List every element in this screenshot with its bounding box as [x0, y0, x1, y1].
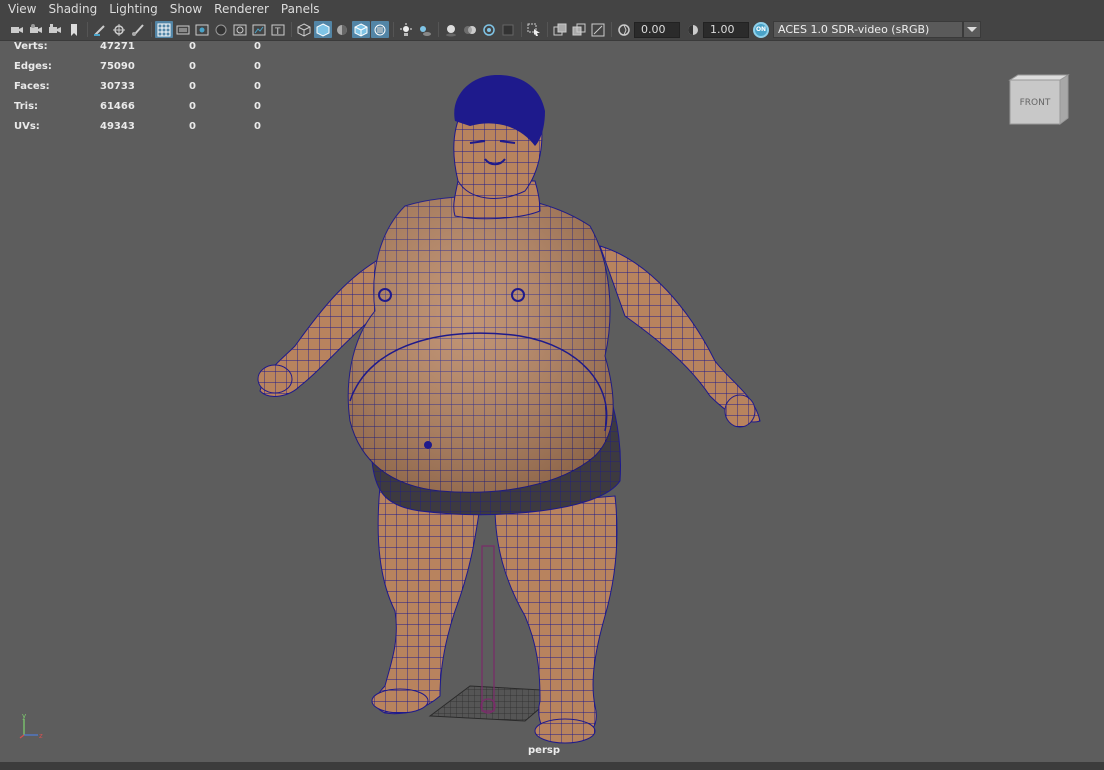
wireframe-icon[interactable] [295, 21, 313, 38]
menu-view[interactable]: View [2, 0, 42, 19]
depth-of-field-icon[interactable] [499, 21, 517, 38]
hud-value: 0 [254, 61, 261, 72]
menu-lighting[interactable]: Lighting [103, 0, 164, 19]
image-plane-icon[interactable] [65, 21, 83, 38]
film-gate-icon[interactable] [174, 21, 192, 38]
chevron-down-icon [967, 27, 977, 32]
menu-shading[interactable]: Shading [42, 0, 103, 19]
safe-title-icon[interactable]: T [269, 21, 287, 38]
toolbar-separator [611, 22, 612, 37]
hud-label: UVs: [14, 121, 40, 132]
menu-show[interactable]: Show [164, 0, 208, 19]
smooth-shade-icon[interactable] [314, 21, 332, 38]
shadows-icon[interactable] [416, 21, 434, 38]
perspective-viewport[interactable]: Verts: 47271 0 0 Edges: 75090 0 0 Faces:… [0, 40, 1104, 762]
hud-value: 0 [254, 101, 261, 112]
toolbar-separator [547, 22, 548, 37]
hud-value: 0 [254, 81, 261, 92]
camera-name-label: persp [528, 745, 560, 756]
hud-value: 30733 [100, 81, 135, 92]
bookmarks-icon[interactable] [46, 21, 64, 38]
toolbar-separator [438, 22, 439, 37]
hud-value: 0 [254, 41, 261, 52]
exposure-icon[interactable] [615, 21, 633, 38]
2d-pan-zoom-icon[interactable] [110, 21, 128, 38]
camera-attributes-icon[interactable] [27, 21, 45, 38]
toolbar-separator [151, 22, 152, 37]
hud-label: Tris: [14, 101, 39, 112]
hud-value: 0 [189, 81, 196, 92]
axis-z-label: z [39, 732, 43, 740]
toolbar-separator [87, 22, 88, 37]
wireframe-on-shaded-icon[interactable] [352, 21, 370, 38]
hud-value: 75090 [100, 61, 135, 72]
menu-panels[interactable]: Panels [275, 0, 326, 19]
grease-pencil-icon[interactable] [91, 21, 109, 38]
motion-blur-icon[interactable] [461, 21, 479, 38]
hud-value: 0 [254, 121, 261, 132]
menu-renderer[interactable]: Renderer [208, 0, 275, 19]
toolbar-separator [291, 22, 292, 37]
exposure-field[interactable]: 0.00 [634, 21, 680, 38]
xray-icon[interactable] [371, 21, 389, 38]
svg-text:T: T [274, 27, 281, 37]
hud-value: 0 [189, 101, 196, 112]
hud-value: 49343 [100, 121, 135, 132]
view-cube[interactable]: FRONT [1008, 74, 1070, 128]
hud-value: 0 [189, 61, 196, 72]
select-camera-icon[interactable] [8, 21, 26, 38]
view-transform-dropdown[interactable]: ACES 1.0 SDR-video (sRGB) [773, 21, 963, 38]
multisample-aa-icon[interactable] [480, 21, 498, 38]
toolbar-separator [521, 22, 522, 37]
character-model[interactable] [0, 41, 1104, 762]
hud-value: 61466 [100, 101, 135, 112]
hud-value: 0 [189, 41, 196, 52]
toolbar-separator [393, 22, 394, 37]
view-transform-dropdown-arrow[interactable] [963, 21, 981, 38]
gamma-field[interactable]: 1.00 [703, 21, 749, 38]
gate-mask-icon[interactable] [212, 21, 230, 38]
safe-action-icon[interactable] [250, 21, 268, 38]
gamma-icon[interactable] [684, 21, 702, 38]
hud-label: Verts: [14, 41, 48, 52]
axis-gizmo: y z [19, 713, 43, 740]
grease-pencil-tool-icon[interactable] [129, 21, 147, 38]
hud-label: Faces: [14, 81, 50, 92]
panel-toolbar: T 0.00 1.00 ON ACES 1.0 SDR-video (sRGB) [0, 19, 1104, 40]
use-all-lights-icon[interactable] [397, 21, 415, 38]
xray-active-components-icon[interactable] [570, 21, 588, 38]
hud-value: 47271 [100, 41, 135, 52]
default-material-icon[interactable] [333, 21, 351, 38]
field-chart-icon[interactable] [231, 21, 249, 38]
resolution-gate-icon[interactable] [193, 21, 211, 38]
screen-space-ao-icon[interactable] [442, 21, 460, 38]
hud-value: 0 [189, 121, 196, 132]
axis-y-label: y [22, 713, 26, 720]
panel-menu-bar: View Shading Lighting Show Renderer Pane… [0, 0, 1104, 19]
hud-label: Edges: [14, 61, 52, 72]
hud-icon[interactable] [589, 21, 607, 38]
view-cube-face-label[interactable]: FRONT [1020, 98, 1051, 108]
color-management-toggle[interactable]: ON [753, 21, 769, 38]
xray-joints-icon[interactable] [551, 21, 569, 38]
grid-icon[interactable] [155, 21, 173, 38]
viewport-bottom-border [0, 762, 1104, 770]
isolate-select-icon[interactable] [525, 21, 543, 38]
